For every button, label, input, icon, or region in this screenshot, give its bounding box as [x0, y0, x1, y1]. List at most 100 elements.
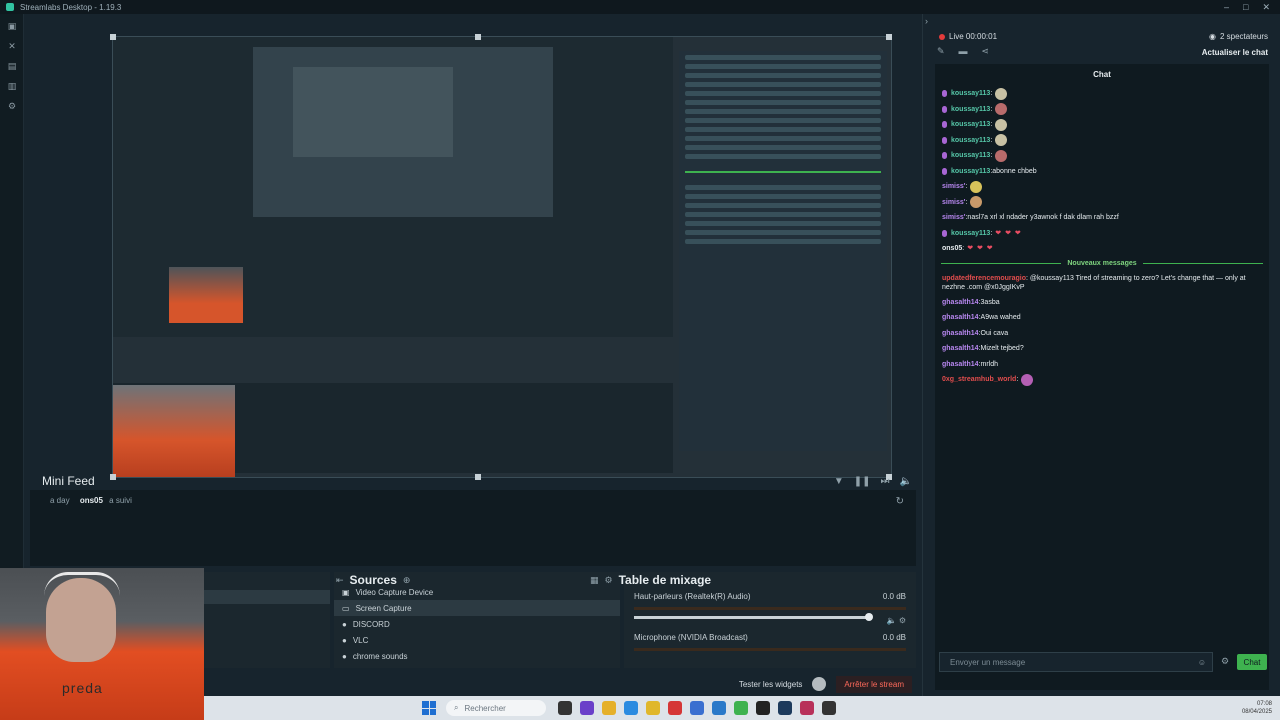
viewer-count: ◉ 2 spectateurs: [1209, 32, 1268, 41]
mixer-settings-icon[interactable]: ⚙: [605, 575, 613, 586]
file-explorer-icon[interactable]: [558, 701, 572, 715]
tools-icon[interactable]: ✕: [0, 36, 24, 56]
edge-icon[interactable]: [624, 701, 638, 715]
chat-message: ghasalth14: 3asba: [935, 295, 1269, 311]
minifeed-event: a day ons05 a suivi: [50, 496, 132, 505]
windows-taskbar: ⌕ Rechercher 07:08 08/04/2025: [204, 696, 1280, 720]
chat-username[interactable]: simiss': [942, 182, 965, 191]
add-source-icon[interactable]: ⊕: [403, 575, 411, 586]
chat-username[interactable]: 0xg_streamhub_world: [942, 375, 1016, 384]
event-user[interactable]: ons05: [80, 496, 103, 505]
windows-start-icon[interactable]: [422, 701, 436, 715]
app-icon[interactable]: [580, 701, 594, 715]
app-icon[interactable]: [800, 701, 814, 715]
maximize-button[interactable]: □: [1243, 2, 1248, 13]
chat-message: ons05: ❤ ❤ ❤: [935, 241, 1269, 257]
source-item[interactable]: ● chrome sounds: [334, 648, 620, 664]
source-label: chrome sounds: [352, 651, 408, 661]
chat-username[interactable]: ghasalth14: [942, 329, 979, 338]
chat-settings-icon[interactable]: ⚙: [1221, 656, 1229, 667]
test-widgets-button[interactable]: Tester les widgets: [739, 680, 803, 689]
chat-message: koussay113: ❤ ❤ ❤: [935, 226, 1269, 242]
source-item[interactable]: ● VLC: [334, 632, 620, 648]
chat-username[interactable]: ghasalth14: [942, 313, 979, 322]
minifeed-panel: a day ons05 a suivi ↻: [30, 490, 916, 566]
edit-icon[interactable]: ✎: [937, 46, 945, 57]
filter-icon[interactable]: ▼: [834, 476, 844, 487]
taskbar-search[interactable]: ⌕ Rechercher: [446, 700, 546, 716]
chat-message: koussay113:: [935, 133, 1269, 149]
mixer-channel: Microphone (NVIDIA Broadcast) 0.0 dB: [624, 619, 916, 651]
source-label: DISCORD: [352, 619, 390, 629]
app-icon[interactable]: [690, 701, 704, 715]
library-icon[interactable]: ▥: [0, 76, 24, 96]
chat-username[interactable]: koussay113: [951, 89, 990, 98]
chat-username[interactable]: koussay113: [951, 167, 990, 176]
chat-username[interactable]: ons05: [942, 244, 962, 253]
stop-stream-button[interactable]: Arrêter le stream: [836, 675, 912, 693]
chrome-icon[interactable]: [646, 701, 660, 715]
taskbar-clock[interactable]: 07:08 08/04/2025: [1242, 700, 1280, 716]
chat-username[interactable]: koussay113: [951, 151, 990, 160]
discord-icon[interactable]: [712, 701, 726, 715]
collapse-icon[interactable]: ⇤: [336, 575, 344, 586]
source-label: Video Capture Device: [355, 587, 434, 597]
selected-scene[interactable]: [204, 590, 330, 604]
folder-icon[interactable]: ▬: [959, 46, 968, 57]
store-icon[interactable]: ▤: [0, 56, 24, 76]
emote-icon: [970, 180, 983, 193]
settings-icon[interactable]: ⚙: [0, 96, 24, 116]
viewer-count-label: 2 spectateurs: [1219, 32, 1268, 41]
chat-separator: :: [965, 183, 968, 191]
volume-slider[interactable]: [634, 613, 873, 621]
eye-icon: ◉: [1208, 32, 1216, 41]
chat-username[interactable]: simiss': [942, 213, 965, 222]
chat-username[interactable]: simiss': [942, 198, 965, 207]
volume-icon[interactable]: 🔈: [900, 476, 912, 487]
refresh-chat-button[interactable]: Actualiser le chat: [1202, 48, 1268, 57]
webcam-overlay: preda: [0, 568, 204, 720]
steam-icon[interactable]: [778, 701, 792, 715]
chat-username[interactable]: ghasalth14: [942, 298, 979, 307]
app-icon[interactable]: [734, 701, 748, 715]
chat-separator: :: [990, 229, 993, 237]
editor-area: [24, 14, 922, 480]
chat-username[interactable]: koussay113: [951, 105, 990, 114]
app-icon[interactable]: [756, 701, 770, 715]
chat-input[interactable]: Envoyer un message ☺: [939, 652, 1213, 672]
channel-volume-icon[interactable]: 🔈 ⚙: [887, 616, 906, 625]
opera-icon[interactable]: [668, 701, 682, 715]
emote-icon: [995, 103, 1008, 116]
refresh-icon[interactable]: ↻: [896, 496, 904, 507]
emoji-icon[interactable]: ☺: [1198, 658, 1206, 667]
chat-username[interactable]: ghasalth14: [942, 344, 979, 353]
chat-message: ghasalth14: Mizelt tejbed?: [935, 341, 1269, 357]
chat-username[interactable]: koussay113: [951, 229, 990, 238]
scene-preview[interactable]: [112, 36, 892, 478]
chat-message: koussay113:: [935, 117, 1269, 133]
mixer-options-icon[interactable]: ▦: [590, 575, 599, 586]
source-item[interactable]: ▭ Screen Capture: [334, 600, 620, 616]
studio-icon[interactable]: ▣: [0, 16, 24, 36]
emote-icon: [995, 87, 1008, 100]
clock-date: 08/04/2025: [1241, 709, 1272, 715]
chat-username[interactable]: ghasalth14: [942, 360, 979, 369]
event-time: a day: [50, 496, 70, 505]
minimize-button[interactable]: –: [1224, 2, 1229, 13]
source-item[interactable]: ● DISCORD: [334, 616, 620, 632]
new-messages-divider: Nouveaux messages: [935, 257, 1269, 271]
chat-username[interactable]: koussay113: [951, 136, 990, 145]
live-dot-icon: [939, 33, 945, 40]
collapse-chat-icon[interactable]: ›: [925, 16, 928, 26]
chat-message: simiss':: [935, 179, 1269, 195]
streamlabs-icon[interactable]: [822, 701, 836, 715]
profile-avatar[interactable]: [812, 677, 827, 691]
chat-username[interactable]: updatedferencemouragio: [942, 275, 1026, 282]
pause-icon[interactable]: ❚❚: [854, 476, 871, 487]
skip-icon[interactable]: ⏭: [881, 476, 890, 487]
share-icon[interactable]: ⋖: [982, 46, 990, 57]
close-button[interactable]: ✕: [1262, 2, 1270, 13]
chat-username[interactable]: koussay113: [951, 120, 990, 129]
folder-icon[interactable]: [602, 701, 616, 715]
chat-send-button[interactable]: Chat: [1237, 654, 1267, 670]
